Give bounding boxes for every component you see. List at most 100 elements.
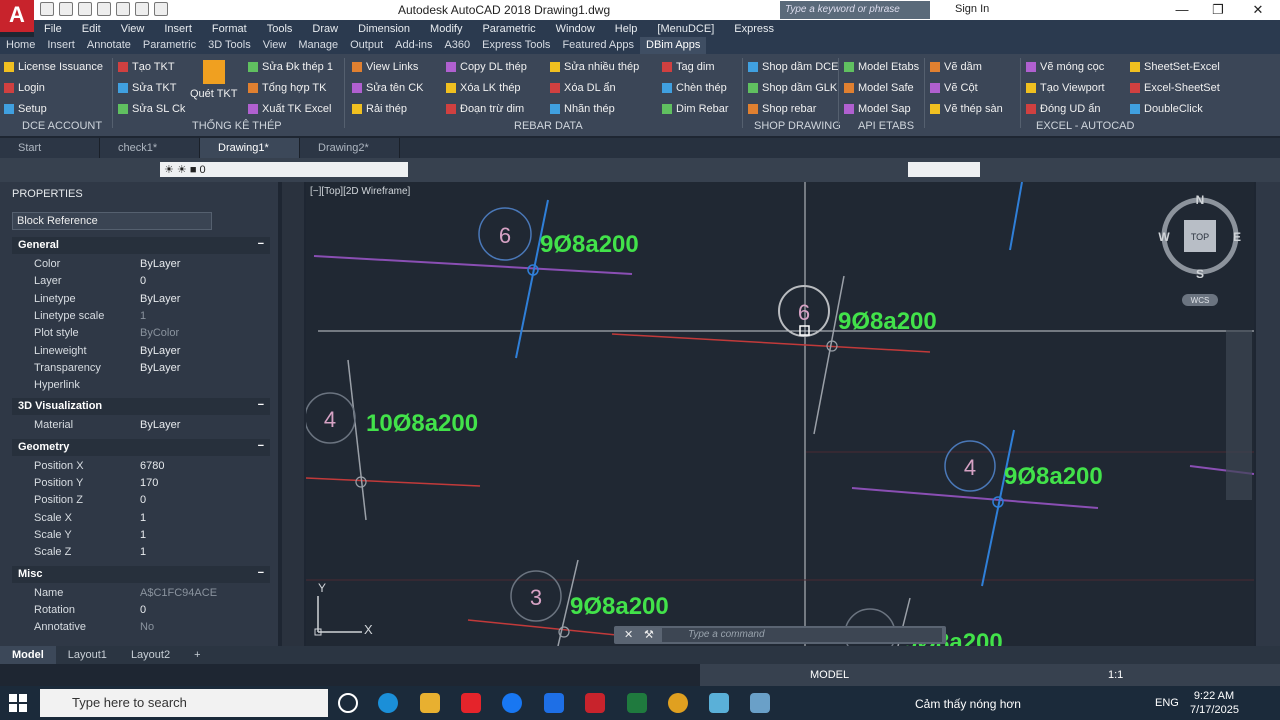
ribbon-button-copy-dl-th-p[interactable]: Copy DL thép <box>446 58 527 75</box>
command-input[interactable]: Type a command <box>662 628 942 642</box>
property-row[interactable]: Annotative No <box>12 619 270 636</box>
ribbon-button-license-issuance[interactable]: License Issuance <box>4 58 103 75</box>
property-row[interactable]: Layer 0 <box>12 273 270 290</box>
ribbon-button-t-o-tkt[interactable]: Tạo TKT <box>118 58 185 75</box>
ribbon-button-t-o-viewport[interactable]: Tạo Viewport <box>1026 79 1105 96</box>
collapse-icon[interactable]: − <box>258 238 264 250</box>
property-row[interactable]: Lineweight ByLayer <box>12 343 270 360</box>
ribbon-tab-3d-tools[interactable]: 3D Tools <box>202 37 257 54</box>
ribbon-button-xu-t-tk-excel[interactable]: Xuất TK Excel <box>248 100 333 117</box>
property-row[interactable]: Position X 6780 <box>12 458 270 475</box>
ribbon-button-r-i-th-p[interactable]: Rải thép <box>352 100 424 117</box>
property-row[interactable]: Hyperlink <box>12 377 270 394</box>
ribbon-button-nh-n-th-p[interactable]: Nhãn thép <box>550 100 639 117</box>
weather-widget[interactable]: Cảm thấy nóng hơn <box>915 697 1021 711</box>
ribbon-button-s-a-tkt[interactable]: Sửa TKT <box>118 79 185 96</box>
ribbon-button-v-c-t[interactable]: Vẽ Cột <box>930 79 1003 96</box>
ribbon-button-qu-t-tkt[interactable]: Quét TKT <box>190 60 237 100</box>
ribbon-button--o-n-tr-dim[interactable]: Đoạn trừ dim <box>446 100 527 117</box>
language-indicator[interactable]: ENG <box>1155 697 1179 709</box>
property-row[interactable]: Rotation 0 <box>12 602 270 619</box>
undo-icon[interactable] <box>135 2 149 16</box>
property-row[interactable]: Transparency ByLayer <box>12 360 270 377</box>
ribbon-button-tag-dim[interactable]: Tag dim <box>662 58 729 75</box>
doc-tab-start[interactable]: Start <box>0 138 100 158</box>
property-row[interactable]: Position Y 170 <box>12 475 270 492</box>
ribbon-button-doubleclick[interactable]: DoubleClick <box>1130 100 1220 117</box>
property-row[interactable]: Scale X 1 <box>12 510 270 527</box>
close-command-icon[interactable]: ✕ <box>624 628 633 641</box>
ribbon-button-s-a-sl-ck[interactable]: Sửa SL Ck <box>118 100 185 117</box>
menu-tools[interactable]: Tools <box>257 23 303 35</box>
layer-dropdown[interactable]: ☀ ☀ ■ 0 <box>160 162 408 177</box>
ribbon-button-v-d-m[interactable]: Vẽ dầm <box>930 58 1003 75</box>
ribbon-button-v-m-ng-c-c[interactable]: Vẽ móng cọc <box>1026 58 1105 75</box>
calculator-icon[interactable] <box>750 693 770 713</box>
ribbon-button-model-sap[interactable]: Model Sap <box>844 100 919 117</box>
ribbon-button-dim-rebar[interactable]: Dim Rebar <box>662 100 729 117</box>
autocad-logo-icon[interactable]: A <box>0 0 34 32</box>
edge-icon[interactable] <box>378 693 398 713</box>
ribbon-tab-annotate[interactable]: Annotate <box>81 37 137 54</box>
doc-tab-check1-[interactable]: check1* <box>100 138 200 158</box>
zalo-icon[interactable] <box>544 693 564 713</box>
ribbon-button-t-ng-h-p-tk[interactable]: Tổng hợp TK <box>248 79 333 96</box>
ribbon-button-shop-d-m-dce[interactable]: Shop dầm DCE <box>748 58 838 75</box>
property-row[interactable]: Position Z 0 <box>12 492 270 509</box>
ribbon-button-shop-d-m-glk[interactable]: Shop dầm GLK <box>748 79 838 96</box>
menu--menudce-[interactable]: [MenuDCE] <box>647 23 724 35</box>
windows-start-icon[interactable] <box>8 693 28 713</box>
ribbon-button-ch-n-th-p[interactable]: Chèn thép <box>662 79 729 96</box>
menu-draw[interactable]: Draw <box>302 23 348 35</box>
ribbon-button-model-etabs[interactable]: Model Etabs <box>844 58 919 75</box>
ribbon-button-s-a-k-th-p-1[interactable]: Sửa Đk thép 1 <box>248 58 333 75</box>
print-icon[interactable] <box>116 2 130 16</box>
sign-in-button[interactable]: Sign In <box>955 3 989 15</box>
save-as-icon[interactable] <box>97 2 111 16</box>
properties-section-geometry[interactable]: Geometry − <box>12 438 270 456</box>
menu-format[interactable]: Format <box>202 23 257 35</box>
drawing-canvas[interactable]: 6 9Ø8a200 6 9Ø8a200 4 10Ø8a200 4 9Ø8a200 <box>306 182 1254 646</box>
clock[interactable]: 9:22 AM 7/17/2025 <box>1190 689 1239 717</box>
property-row[interactable]: Plot style ByColor <box>12 325 270 342</box>
app-icon[interactable] <box>709 693 729 713</box>
menu-insert[interactable]: Insert <box>154 23 202 35</box>
file-explorer-icon[interactable] <box>420 693 440 713</box>
minimize-icon[interactable]: — <box>1172 2 1192 17</box>
ribbon-tab-featured-apps[interactable]: Featured Apps <box>556 37 640 54</box>
ribbon-button-v-th-p-s-n[interactable]: Vẽ thép sàn <box>930 100 1003 117</box>
collapse-icon[interactable]: − <box>258 399 264 411</box>
ribbon-button--ng-ud-n[interactable]: Đóng UD ẩn <box>1026 100 1105 117</box>
property-row[interactable]: Material ByLayer <box>12 417 270 434</box>
chrome-icon[interactable] <box>668 693 688 713</box>
wrench-icon[interactable]: ⚒ <box>644 628 654 641</box>
ribbon-tab-home[interactable]: Home <box>0 37 41 54</box>
menu-dimension[interactable]: Dimension <box>348 23 420 35</box>
ribbon-tab-parametric[interactable]: Parametric <box>137 37 202 54</box>
menu-file[interactable]: File <box>34 23 72 35</box>
ribbon-tab-insert[interactable]: Insert <box>41 37 81 54</box>
ribbon-button-x-a-lk-th-p[interactable]: Xóa LK thép <box>446 79 527 96</box>
collapse-icon[interactable]: − <box>258 567 264 579</box>
property-row[interactable]: Linetype ByLayer <box>12 291 270 308</box>
ribbon-tab-a360[interactable]: A360 <box>438 37 476 54</box>
ribbon-tab-dbim-apps[interactable]: DBim Apps <box>640 37 707 54</box>
search-input[interactable]: Type a keyword or phrase <box>780 1 930 19</box>
ribbon-button-login[interactable]: Login <box>4 79 103 96</box>
youtube-icon[interactable] <box>461 693 481 713</box>
ribbon-tab-express-tools[interactable]: Express Tools <box>476 37 556 54</box>
redo-icon[interactable] <box>154 2 168 16</box>
ribbon-button-shop-rebar[interactable]: Shop rebar <box>748 100 838 117</box>
menu-parametric[interactable]: Parametric <box>472 23 545 35</box>
menu-express[interactable]: Express <box>724 23 784 35</box>
doc-tab-drawing1-[interactable]: Drawing1* <box>200 138 300 158</box>
new-icon[interactable] <box>40 2 54 16</box>
drawing-viewport[interactable]: 6 9Ø8a200 6 9Ø8a200 4 10Ø8a200 4 9Ø8a200 <box>306 182 1254 646</box>
navigation-bar[interactable] <box>1226 330 1252 500</box>
properties-section-viz[interactable]: 3D Visualization − <box>12 398 270 416</box>
property-row[interactable]: Color ByLayer <box>12 256 270 273</box>
save-icon[interactable] <box>78 2 92 16</box>
ribbon-button-s-a-t-n-ck[interactable]: Sửa tên CK <box>352 79 424 96</box>
taskbar-search-input[interactable]: Type here to search <box>40 689 328 717</box>
model-space-button[interactable]: MODEL <box>810 669 849 681</box>
